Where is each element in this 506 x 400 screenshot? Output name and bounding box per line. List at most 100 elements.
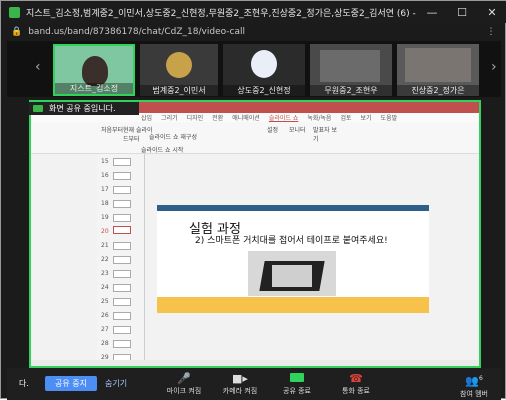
thumb-number: 25	[101, 298, 109, 305]
end-call-button[interactable]: ☎ 통화 종료	[333, 372, 379, 396]
share-label: 공유 종료	[283, 387, 311, 395]
sharing-label: 다.	[19, 379, 29, 388]
thumb-number: 20	[101, 228, 109, 235]
slide-thumbnail-selected[interactable]	[113, 226, 131, 234]
thumb-number: 27	[101, 326, 109, 333]
status-bar	[31, 360, 479, 366]
participant-tile[interactable]: 상도중2_신현정	[223, 44, 305, 96]
title-bar: 지스트_김소정,범계중2_이민서,상도중2_신현정,무원중2_조현우,진상중2_…	[1, 1, 506, 23]
thumb-number: 21	[101, 242, 109, 249]
participant-name: 상도중2_신현정	[223, 85, 305, 96]
maximize-button[interactable]: ☐	[447, 6, 477, 19]
slide-thumbnail[interactable]	[113, 284, 131, 292]
thumb-number: 19	[101, 214, 109, 221]
setup-button[interactable]: 설정	[267, 125, 278, 134]
participant-name: 무원중2_조현우	[310, 85, 392, 96]
participant-tile[interactable]: 진상중2_정가은	[397, 44, 479, 96]
hangup-icon: ☎	[349, 372, 363, 385]
more-menu-icon[interactable]: ⋮	[481, 27, 501, 37]
url-text[interactable]: band.us/band/87386178/chat/CdZ_18/video-…	[28, 27, 481, 37]
call-toolbar: 다. 공유 중지 숨기기 🎤 마이크 켜짐 ■▸ 카메라 켜짐 공유 종료 ☎ …	[7, 368, 501, 400]
tab-insert[interactable]: 삽입	[141, 113, 152, 122]
participants-button[interactable]: 👥6 참여 멤버	[451, 372, 497, 399]
slide-thumbnail[interactable]	[113, 214, 131, 222]
participants-label: 참여 멤버	[460, 389, 488, 398]
mic-button[interactable]: 🎤 마이크 켜짐	[159, 372, 209, 396]
slide-thumbnail[interactable]	[113, 312, 131, 320]
video-camera-icon: ■▸	[232, 372, 248, 385]
participant-tile[interactable]: 무원중2_조현우	[310, 44, 392, 96]
slide-thumbnail[interactable]	[113, 158, 131, 166]
tab-view[interactable]: 보기	[361, 113, 372, 122]
from-beginning-button[interactable]: 처음부터	[101, 125, 123, 134]
thumb-number: 23	[101, 270, 109, 277]
slide-thumbnail[interactable]	[113, 298, 131, 306]
prev-arrow-icon[interactable]: ‹	[35, 59, 41, 75]
share-end-button[interactable]: 공유 종료	[275, 372, 319, 396]
thumb-number: 24	[101, 284, 109, 291]
slide-thumbnail[interactable]	[113, 172, 131, 180]
mic-label: 마이크 켜짐	[166, 387, 202, 395]
participant-strip: ‹ 지스트_김소정 범계중2_이민서 상도중2_신현정 무원중2_조현우 진상중…	[7, 41, 501, 97]
close-button[interactable]: ✕	[477, 6, 506, 19]
share-icon	[275, 372, 319, 386]
slide-thumbnail[interactable]	[113, 270, 131, 278]
microphone-icon: 🎤	[177, 372, 191, 385]
thumb-number: 17	[101, 186, 109, 193]
banner-text: 화면 공유 중입니다.	[49, 104, 116, 113]
tab-design[interactable]: 디자인	[187, 113, 204, 122]
tab-animations[interactable]: 애니메이션	[232, 113, 260, 122]
hide-button[interactable]: 숨기기	[105, 378, 127, 389]
slide-thumbnail[interactable]	[113, 186, 131, 194]
window-title: 지스트_김소정,범계중2_이민서,상도중2_신현정,무원중2_조현우,진상중2_…	[26, 8, 417, 19]
slide-subtext: 2) 스마트폰 거치대를 접어서 테이프로 붙여주세요!	[195, 236, 388, 246]
slide-thumbnail[interactable]	[113, 242, 131, 250]
lock-icon: 🔒	[11, 27, 23, 37]
thumb-number: 22	[101, 256, 109, 263]
participant-name: 범계중2_이민서	[140, 85, 218, 96]
thumb-number: 18	[101, 200, 109, 207]
next-arrow-icon[interactable]: ›	[491, 59, 497, 75]
participant-video	[405, 48, 471, 82]
participant-video	[82, 56, 108, 86]
tab-transitions[interactable]: 전환	[212, 113, 223, 122]
tab-review[interactable]: 검토	[340, 113, 351, 122]
video-call-window: 지스트_김소정,범계중2_이민서,상도중2_신현정,무원중2_조현우,진상중2_…	[0, 0, 506, 400]
stop-share-button[interactable]: 공유 중지	[45, 376, 97, 391]
thumb-number: 28	[101, 340, 109, 347]
phone-stand-image	[248, 251, 336, 296]
camera-icon	[33, 105, 43, 112]
tab-record[interactable]: 녹화/녹음	[307, 113, 331, 122]
slide-thumbnail[interactable]	[113, 200, 131, 208]
thumb-number: 16	[101, 172, 109, 179]
monitor-button[interactable]: 모니터	[289, 125, 306, 134]
thumb-number: 15	[101, 158, 109, 165]
thumb-number: 26	[101, 312, 109, 319]
avatar	[251, 50, 277, 78]
avatar	[166, 52, 192, 78]
tab-slideshow[interactable]: 슬라이드 쇼	[269, 113, 299, 122]
end-label: 통화 종료	[342, 387, 370, 395]
screen-share-banner: 화면 공유 중입니다.	[29, 102, 139, 115]
camera-button[interactable]: ■▸ 카메라 켜짐	[215, 372, 265, 396]
slide-footer-bar	[157, 297, 429, 313]
camera-label: 카메라 켜짐	[222, 387, 258, 395]
tab-help[interactable]: 도움말	[381, 113, 398, 122]
participant-tile[interactable]: 범계중2_이민서	[140, 44, 218, 96]
slide-thumbnails: 15 16 17 18 19 20 21 22 23 24 25 26 27 2…	[97, 154, 145, 366]
participant-tile[interactable]: 지스트_김소정	[53, 44, 135, 96]
ribbon-group-label: 슬라이드 쇼 시작	[141, 147, 184, 154]
slide-thumbnail[interactable]	[113, 340, 131, 348]
slide-thumbnail[interactable]	[113, 256, 131, 264]
participant-name: 지스트_김소정	[55, 83, 133, 94]
presenter-view-button[interactable]: 발표자 보기	[313, 125, 339, 143]
current-slide[interactable]: 실험 과정 2) 스마트폰 거치대를 접어서 테이프로 붙여주세요!	[157, 205, 429, 313]
address-bar[interactable]: 🔒 band.us/band/87386178/chat/CdZ_18/vide…	[7, 23, 501, 41]
tab-draw[interactable]: 그리기	[161, 113, 178, 122]
minimize-button[interactable]: —	[417, 6, 447, 19]
people-icon: 👥6	[465, 374, 483, 388]
slide-thumbnail[interactable]	[113, 326, 131, 334]
custom-show-button[interactable]: 슬라이드 쇼 재구성	[149, 132, 197, 141]
participant-name: 진상중2_정가은	[397, 85, 479, 96]
participant-video	[320, 50, 380, 82]
